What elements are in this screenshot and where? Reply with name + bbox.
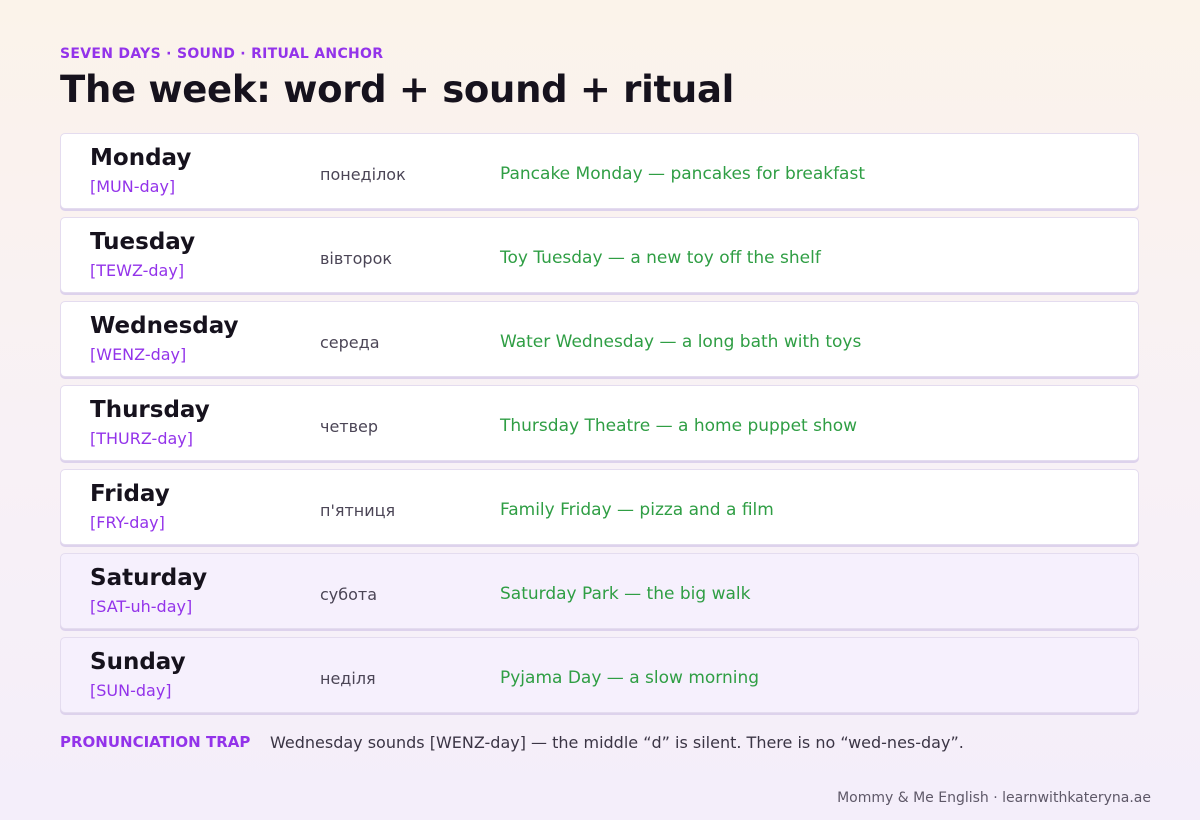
day-ukrainian: субота	[320, 585, 378, 604]
day-name: Wednesday	[90, 313, 239, 339]
week-list: Monday [MUN-day] понеділок Pancake Monda…	[60, 133, 1139, 721]
day-ritual: Water Wednesday — a long bath with toys	[500, 332, 862, 352]
day-row-wednesday: Wednesday [WENZ-day] середа Water Wednes…	[60, 301, 1139, 377]
day-pronunciation: [SUN-day]	[90, 681, 172, 700]
day-pronunciation: [WENZ-day]	[90, 345, 187, 364]
pronunciation-trap: PRONUNCIATION TRAP Wednesday sounds [WEN…	[60, 733, 1140, 757]
day-ukrainian: середа	[320, 333, 380, 352]
day-pronunciation: [TEWZ-day]	[90, 261, 185, 280]
trap-text: Wednesday sounds [WENZ-day] — the middle…	[270, 733, 964, 752]
day-ukrainian: п'ятниця	[320, 501, 396, 520]
day-ukrainian: четвер	[320, 417, 379, 436]
footer-credit: Mommy & Me English · learnwithkateryna.a…	[837, 790, 1151, 806]
day-pronunciation: [FRY-day]	[90, 513, 165, 532]
day-name: Tuesday	[90, 229, 196, 255]
day-row-friday: Friday [FRY-day] п'ятниця Family Friday …	[60, 469, 1139, 545]
day-pronunciation: [THURZ-day]	[90, 429, 193, 448]
day-row-saturday: Saturday [SAT-uh-day] субота Saturday Pa…	[60, 553, 1139, 629]
trap-label: PRONUNCIATION TRAP	[60, 733, 251, 751]
eyebrow: SEVEN DAYS · SOUND · RITUAL ANCHOR	[60, 46, 384, 62]
day-name: Friday	[90, 481, 170, 507]
day-ukrainian: вівторок	[320, 249, 393, 268]
day-ritual: Pyjama Day — a slow morning	[500, 668, 760, 688]
day-row-thursday: Thursday [THURZ-day] четвер Thursday The…	[60, 385, 1139, 461]
day-ukrainian: понеділок	[320, 165, 406, 184]
day-row-tuesday: Tuesday [TEWZ-day] вівторок Toy Tuesday …	[60, 217, 1139, 293]
day-ukrainian: неділя	[320, 669, 376, 688]
day-ritual: Saturday Park — the big walk	[500, 584, 751, 604]
day-ritual: Toy Tuesday — a new toy off the shelf	[500, 248, 821, 268]
day-name: Sunday	[90, 649, 186, 675]
day-ritual: Family Friday — pizza and a film	[500, 500, 774, 520]
day-row-monday: Monday [MUN-day] понеділок Pancake Monda…	[60, 133, 1139, 209]
day-pronunciation: [SAT-uh-day]	[90, 597, 193, 616]
day-name: Monday	[90, 145, 192, 171]
day-name: Thursday	[90, 397, 210, 423]
day-row-sunday: Sunday [SUN-day] неділя Pyjama Day — a s…	[60, 637, 1139, 713]
day-pronunciation: [MUN-day]	[90, 177, 176, 196]
page-title: The week: word + sound + ritual	[60, 68, 734, 111]
day-ritual: Pancake Monday — pancakes for breakfast	[500, 164, 866, 184]
day-name: Saturday	[90, 565, 208, 591]
day-ritual: Thursday Theatre — a home puppet show	[500, 416, 858, 436]
